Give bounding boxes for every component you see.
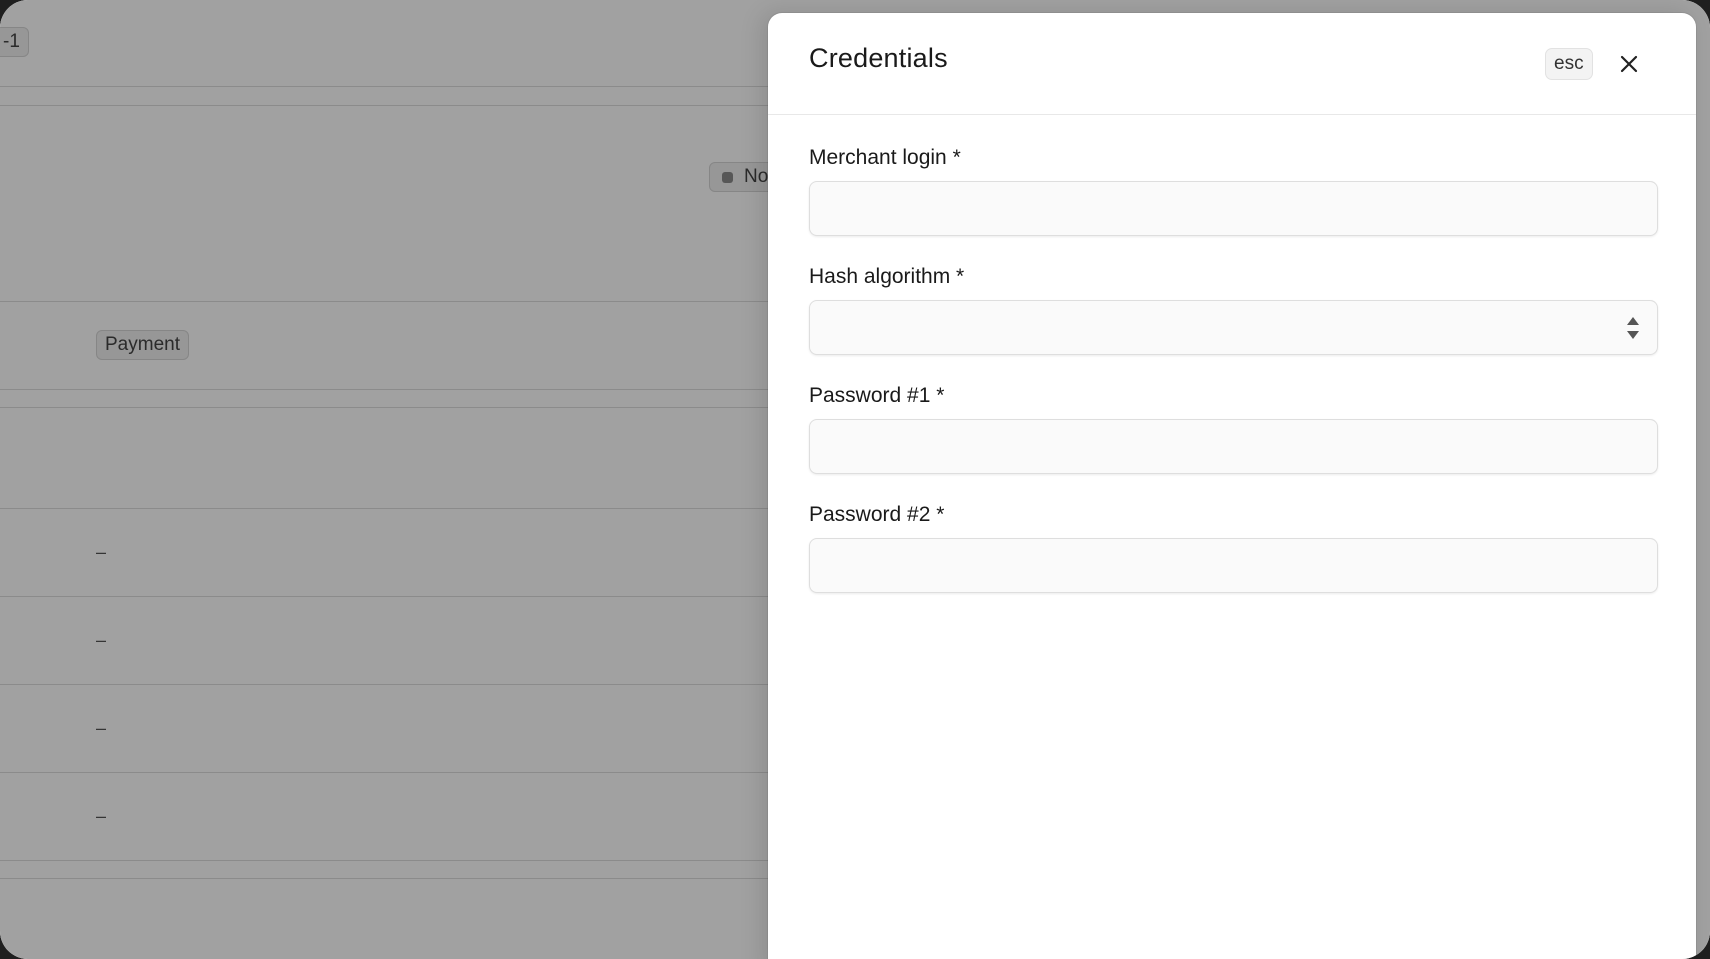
field-label: Password #1 * (809, 384, 945, 407)
hash-algorithm-field: Hash algorithm * (809, 263, 1658, 355)
esc-key-hint: esc (1545, 48, 1593, 80)
password-1-input[interactable] (809, 419, 1658, 474)
merchant-login-field: Merchant login * (809, 144, 1658, 236)
close-icon (1620, 55, 1638, 73)
field-label: Password #2 * (809, 503, 945, 526)
drawer-title: Credentials (809, 43, 948, 73)
hash-algorithm-select[interactable] (809, 300, 1658, 355)
drawer-header: Credentials esc (768, 13, 1696, 115)
credentials-drawer: Credentials esc Merchant login * Hash al… (768, 13, 1696, 959)
select-arrows-icon (1627, 317, 1639, 339)
password-1-field: Password #1 * (809, 382, 1658, 474)
field-label: Hash algorithm * (809, 265, 965, 288)
credentials-form: Merchant login * Hash algorithm * Passwo… (809, 144, 1658, 593)
close-button[interactable] (1616, 51, 1642, 77)
password-2-input[interactable] (809, 538, 1658, 593)
hash-algorithm-select-box[interactable] (809, 300, 1658, 355)
password-2-field: Password #2 * (809, 501, 1658, 593)
field-label: Merchant login * (809, 146, 961, 169)
merchant-login-input[interactable] (809, 181, 1658, 236)
screen-frame: -1 No Payment – – – – Credentials esc Me… (0, 0, 1710, 959)
